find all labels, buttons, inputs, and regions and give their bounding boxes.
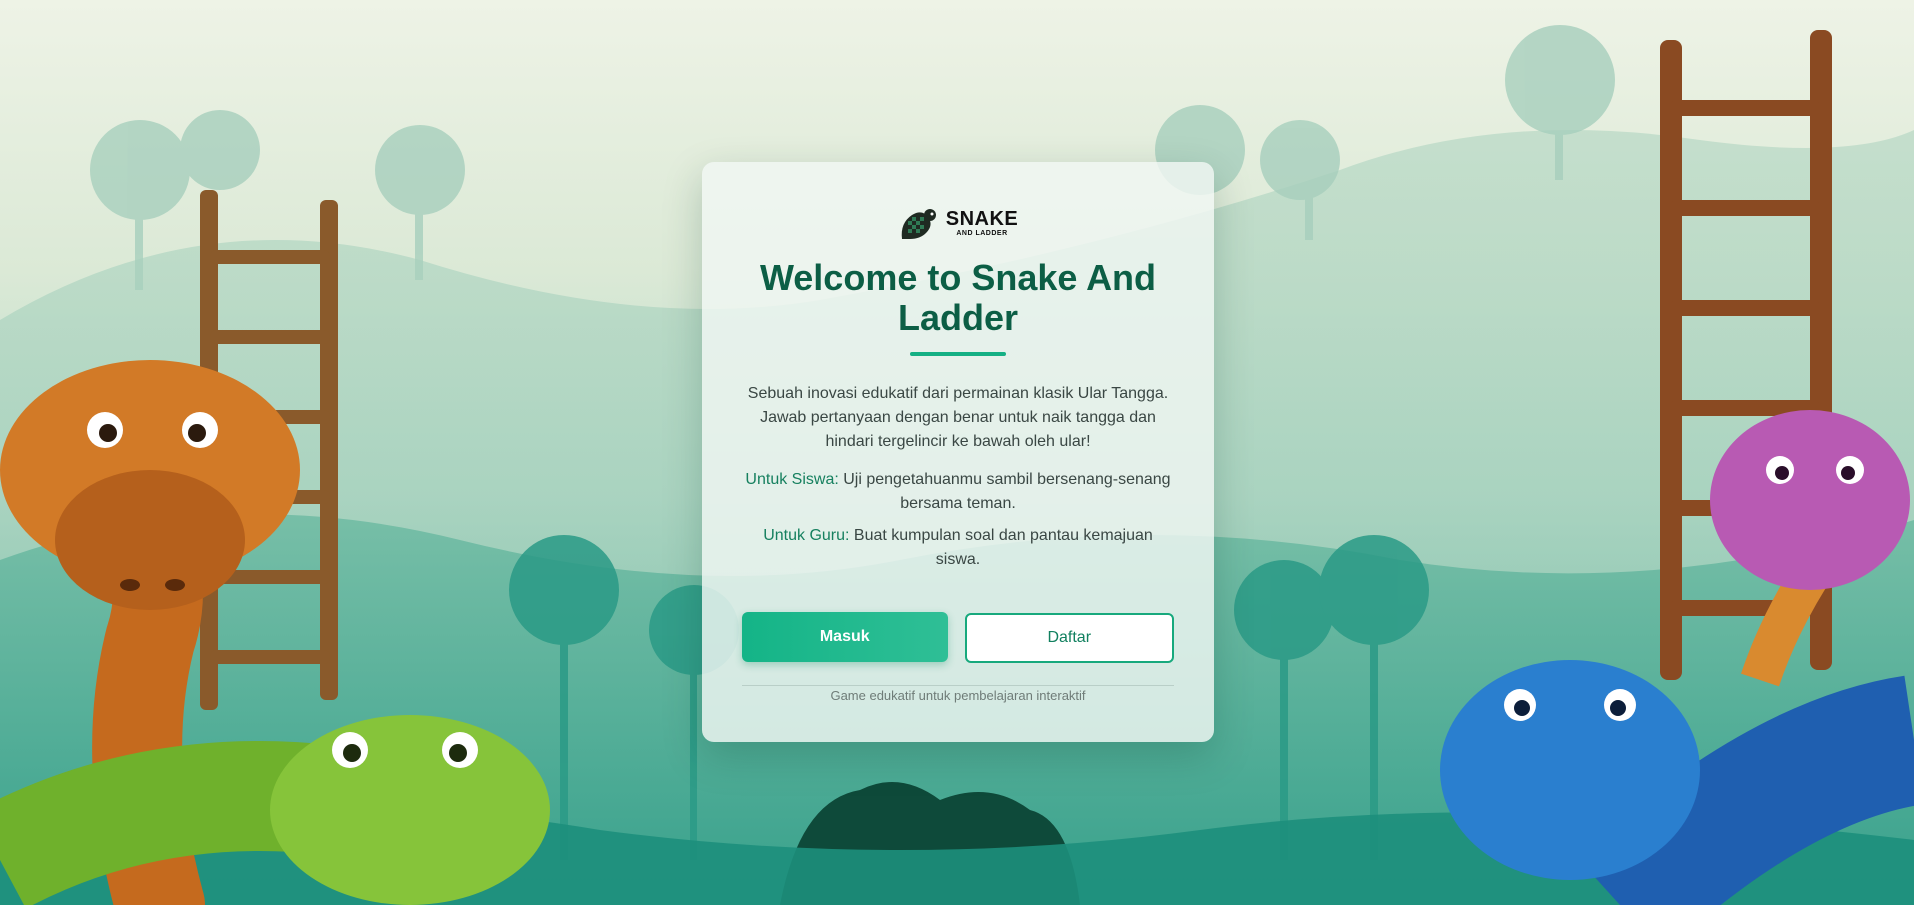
register-button[interactable]: Daftar — [964, 613, 1174, 663]
logo-line-1: SNAKE — [945, 208, 1019, 230]
footer-note: Game edukatif untuk pembelajaran interak… — [830, 688, 1086, 703]
footer-divider — [742, 685, 1174, 686]
role-teachers-label: Untuk Guru: — [763, 527, 850, 544]
action-buttons: Masuk Daftar — [742, 612, 1174, 663]
app-logo: SNAKE AND LADDER — [742, 202, 1174, 244]
checkered-snake-logo-icon — [901, 209, 936, 239]
role-students-label: Untuk Siswa: — [745, 471, 839, 488]
logo-line-2: AND LADDER — [956, 230, 1008, 237]
game-description: Sebuah inovasi edukatif dari permainan k… — [747, 385, 1169, 450]
title-underline — [910, 352, 1006, 356]
page-title: Welcome to Snake And Ladder — [759, 257, 1157, 338]
background-scene: SNAKE AND LADDER Welcome to Snake And La… — [0, 0, 1914, 905]
welcome-card: SNAKE AND LADDER Welcome to Snake And La… — [702, 162, 1214, 742]
role-students: Untuk Siswa: Uji pengetahuanmu sambil be… — [742, 468, 1174, 516]
login-button[interactable]: Masuk — [742, 612, 948, 662]
role-teachers: Untuk Guru: Buat kumpulan soal dan panta… — [742, 524, 1174, 572]
role-students-text: Uji pengetahuanmu sambil bersenang-senan… — [838, 471, 1171, 512]
role-teachers-text: Buat kumpulan soal dan pantau kemajuan s… — [849, 527, 1153, 568]
